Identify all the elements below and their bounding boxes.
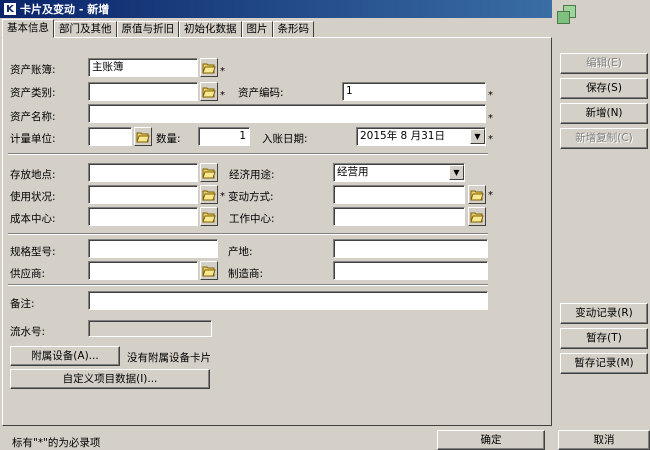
asset-name-field[interactable] xyxy=(88,104,486,123)
unit-browse-button[interactable] xyxy=(134,127,152,146)
serial-no-field xyxy=(88,320,212,337)
windows-icon xyxy=(557,5,579,27)
manufacturer-field[interactable] xyxy=(333,261,488,280)
cancel-button[interactable]: 取消 xyxy=(558,430,650,450)
change-method-browse-button[interactable] xyxy=(468,185,486,204)
edit-button[interactable]: 编辑(E) xyxy=(560,53,648,74)
required-mark: * xyxy=(488,190,493,201)
asset-code-label: 资产编码: xyxy=(238,87,284,99)
change-method-label: 变动方式: xyxy=(228,191,274,203)
app-logo-icon: K xyxy=(3,2,17,16)
unit-field[interactable] xyxy=(88,127,132,146)
folder-icon xyxy=(202,266,216,277)
required-mark: * xyxy=(220,90,225,101)
tab-barcode[interactable]: 条形码 xyxy=(272,21,314,38)
usage-status-browse-button[interactable] xyxy=(200,185,218,204)
quantity-label: 数量: xyxy=(156,133,181,145)
attached-equipment-note: 没有附属设备卡片 xyxy=(127,352,211,364)
custom-data-button[interactable]: 自定义项目数据(I)... xyxy=(10,369,210,389)
cost-center-label: 成本中心: xyxy=(10,213,56,225)
remarks-label: 备注: xyxy=(10,298,35,310)
cost-center-browse-button[interactable] xyxy=(200,207,218,226)
temp-save-button[interactable]: 暂存(T) xyxy=(560,328,648,349)
work-center-label: 工作中心: xyxy=(229,213,275,225)
change-method-field[interactable] xyxy=(333,185,465,204)
required-mark: * xyxy=(488,90,493,101)
title-bar: K 卡片及变动 - 新增 xyxy=(0,0,552,18)
economic-use-label: 经济用途: xyxy=(229,169,275,181)
section-divider xyxy=(8,284,488,286)
asset-code-field[interactable]: 1 xyxy=(342,82,486,101)
location-label: 存放地点: xyxy=(10,169,56,181)
save-button[interactable]: 保存(S) xyxy=(560,78,648,99)
unit-label: 计量单位: xyxy=(10,133,56,145)
folder-icon xyxy=(202,190,216,201)
folder-icon xyxy=(470,190,484,201)
account-book-field[interactable]: 主账簿 xyxy=(88,58,198,77)
section-divider xyxy=(8,233,488,235)
remarks-field[interactable] xyxy=(88,291,488,310)
folder-icon xyxy=(202,212,216,223)
entry-date-picker[interactable]: 2015年 8 月31日 xyxy=(356,127,486,146)
add-copy-button[interactable]: 新增复制(C) xyxy=(560,128,648,149)
origin-label: 产地: xyxy=(228,246,253,258)
origin-field[interactable] xyxy=(333,239,488,258)
supplier-field[interactable] xyxy=(88,261,198,280)
section-divider xyxy=(8,153,488,155)
folder-icon xyxy=(136,132,150,143)
manufacturer-label: 制造商: xyxy=(228,268,264,280)
supplier-label: 供应商: xyxy=(10,268,46,280)
folder-icon xyxy=(202,63,216,74)
asset-name-label: 资产名称: xyxy=(10,111,56,123)
add-button[interactable]: 新增(N) xyxy=(560,103,648,124)
folder-icon xyxy=(202,168,216,179)
change-record-button[interactable]: 变动记录(R) xyxy=(560,303,648,324)
cost-center-field[interactable] xyxy=(88,207,198,226)
tab-value-depreciation[interactable]: 原值与折旧 xyxy=(116,21,179,38)
account-book-label: 资产账簿: xyxy=(10,64,56,76)
required-note: 标有"*"的为必录项 xyxy=(12,437,101,449)
economic-use-select[interactable]: 经营用 xyxy=(333,163,465,182)
entry-date-label: 入账日期: xyxy=(262,133,308,145)
required-mark: * xyxy=(488,113,493,124)
account-book-browse-button[interactable] xyxy=(200,58,218,77)
location-field[interactable] xyxy=(88,163,198,182)
tab-department-other[interactable]: 部门及其他 xyxy=(54,21,117,38)
folder-icon xyxy=(202,87,216,98)
work-center-field[interactable] xyxy=(333,207,465,226)
spec-model-label: 规格型号: xyxy=(10,246,56,258)
required-mark: * xyxy=(488,134,493,145)
required-mark: * xyxy=(220,191,225,202)
asset-category-label: 资产类别: xyxy=(10,87,56,99)
ok-button[interactable]: 确定 xyxy=(437,430,545,450)
spec-model-field[interactable] xyxy=(88,239,218,258)
temp-record-button[interactable]: 暂存记录(M) xyxy=(560,353,648,374)
usage-status-label: 使用状况: xyxy=(10,191,56,203)
chevron-down-icon[interactable]: ▼ xyxy=(470,129,485,144)
asset-category-field[interactable] xyxy=(88,82,198,101)
quantity-field[interactable]: 1 xyxy=(198,127,250,146)
tab-initial-data[interactable]: 初始化数据 xyxy=(179,21,242,38)
folder-icon xyxy=(470,212,484,223)
serial-no-label: 流水号: xyxy=(10,326,46,338)
required-mark: * xyxy=(220,66,225,77)
tab-bar: 基本信息 部门及其他 原值与折旧 初始化数据 图片 条形码 xyxy=(2,19,314,38)
supplier-browse-button[interactable] xyxy=(200,261,218,280)
attached-equipment-button[interactable]: 附属设备(A)... xyxy=(10,346,120,366)
location-browse-button[interactable] xyxy=(200,163,218,182)
asset-category-browse-button[interactable] xyxy=(200,82,218,101)
tab-basic-info[interactable]: 基本信息 xyxy=(2,19,54,38)
entry-date-value: 2015年 8 月31日 xyxy=(360,130,445,142)
economic-use-value: 经营用 xyxy=(337,166,369,178)
work-center-browse-button[interactable] xyxy=(468,207,486,226)
window-title: 卡片及变动 - 新增 xyxy=(20,3,110,16)
usage-status-field[interactable] xyxy=(88,185,198,204)
tab-image[interactable]: 图片 xyxy=(241,21,273,38)
chevron-down-icon[interactable]: ▼ xyxy=(449,165,464,180)
